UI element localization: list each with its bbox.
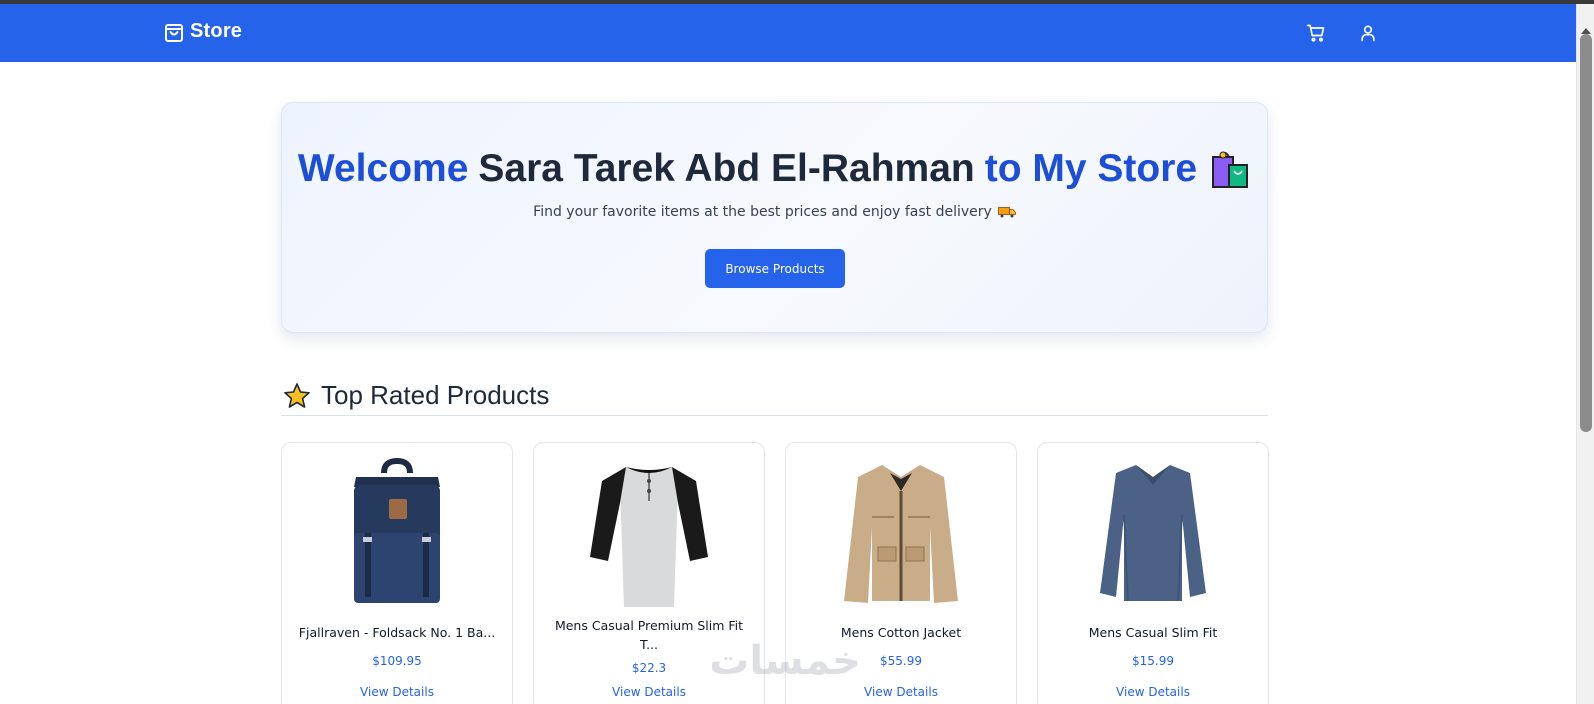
view-details-link[interactable]: View Details [1038, 685, 1268, 699]
hero-subtitle-text: Find your favorite items at the best pri… [533, 204, 992, 220]
view-details-link[interactable]: View Details [786, 685, 1016, 699]
delivery-truck-icon [997, 207, 1016, 218]
raglan-tshirt-image [590, 467, 708, 607]
view-details-link[interactable]: View Details [282, 685, 512, 699]
top-rated-title: Top Rated Products [321, 380, 550, 410]
backpack-image [354, 457, 440, 603]
watermark-text: خمسات [709, 638, 861, 682]
star-icon [284, 382, 310, 408]
scrollbar-thumb[interactable] [1580, 34, 1592, 432]
hero-title-username: Sara Tarek Abd El-Rahman [478, 147, 975, 190]
product-price: $109.95 [372, 654, 422, 668]
top-rated-heading: Top Rated Products [283, 380, 549, 411]
hero-subtitle: Find your favorite items at the best pri… [282, 204, 1267, 220]
page-scrollbar[interactable] [1576, 4, 1594, 704]
view-details-link[interactable]: View Details [534, 685, 764, 699]
browse-products-button[interactable]: Browse Products [705, 249, 845, 288]
shopping-bags-icon [1212, 151, 1249, 188]
welcome-hero: Welcome Sara Tarek Abd El-Rahman to My S… [281, 102, 1268, 333]
product-price: $15.99 [1132, 654, 1174, 668]
cart-icon [1306, 24, 1325, 42]
navbar: Store [0, 4, 1576, 62]
slim-fit-shirt-image [1100, 465, 1206, 602]
product-title: Fjallraven - Foldsack No. 1 Ba... [298, 625, 496, 640]
brand-name: Store [190, 20, 243, 42]
hero-title: Welcome Sara Tarek Abd El-Rahman to My S… [282, 147, 1267, 191]
user-icon [1361, 25, 1375, 42]
khamsat-watermark-logo: خمسات [709, 638, 861, 682]
cart-button[interactable] [1305, 22, 1327, 44]
hero-title-welcome: Welcome [297, 147, 469, 190]
cotton-jacket-image [844, 465, 958, 603]
hero-title-store: to My Store [984, 147, 1198, 190]
product-card[interactable]: Fjallraven - Foldsack No. 1 Ba... $109.9… [281, 442, 513, 704]
brand-link[interactable]: Store [164, 20, 242, 43]
section-divider [281, 415, 1268, 416]
product-title: Mens Casual Slim Fit [1088, 625, 1218, 640]
profile-button[interactable] [1357, 22, 1379, 44]
product-card[interactable]: Mens Casual Slim Fit $15.99 View Details [1037, 442, 1269, 704]
shopping-bag-icon [165, 23, 183, 42]
